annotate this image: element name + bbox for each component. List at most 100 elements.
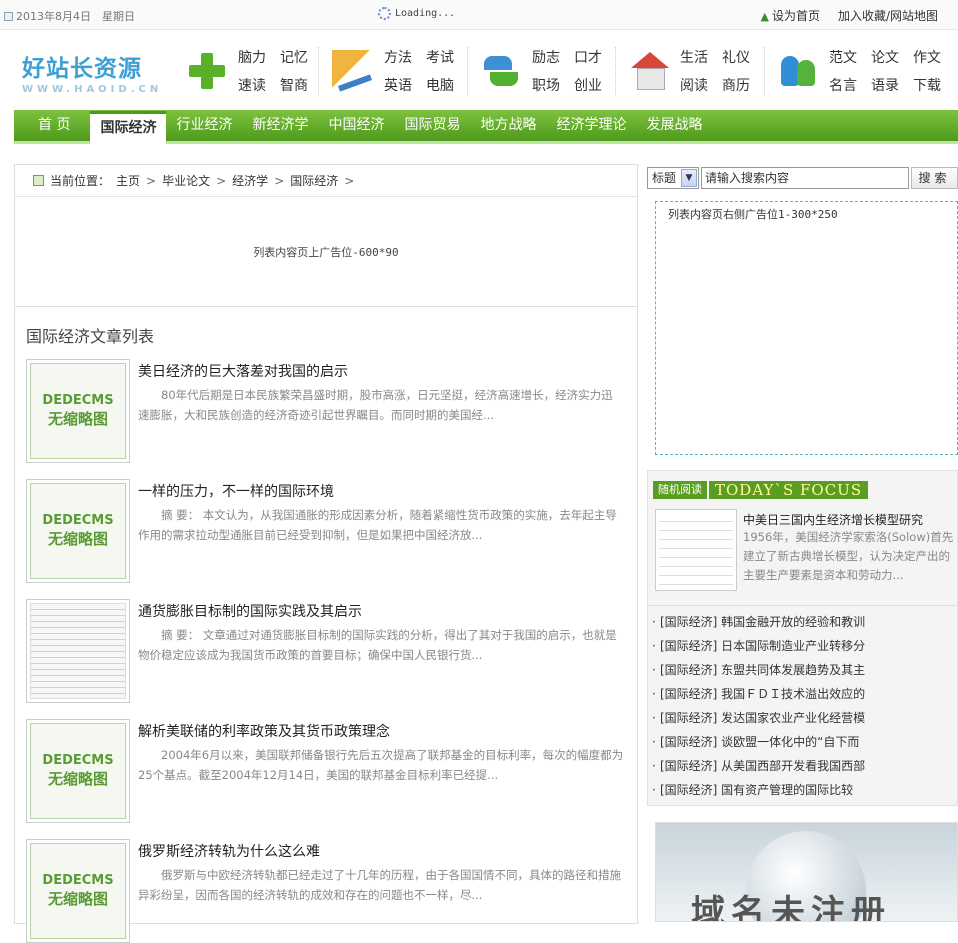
article-thumbnail[interactable]: DEDECMS 无缩略图 <box>26 719 130 823</box>
list-item: DEDECMS 无缩略图 一样的压力，不一样的国际环境 摘 要： 本文认为，从我国… <box>26 479 626 583</box>
divider <box>467 47 468 95</box>
panel-title-en: TODAY`S FOCUS <box>709 481 869 499</box>
list-item: DEDECMS 无缩略图 美日经济的巨大落差对我国的启示 80年代后期是日本民族繁… <box>26 359 626 463</box>
site-logo[interactable]: 好站长资源 WWW.HAOID.CN <box>22 49 162 95</box>
nav-item-local-strategy[interactable]: 地方战略 <box>470 109 546 143</box>
nav-item-development[interactable]: 发展战略 <box>636 109 712 143</box>
header-link[interactable]: 下载 <box>913 75 941 95</box>
header-link[interactable]: 名言 <box>829 75 857 95</box>
header-link[interactable]: 励志 <box>532 47 560 67</box>
header-link[interactable]: 考试 <box>426 47 454 67</box>
header-link[interactable]: 阅读 <box>680 75 708 95</box>
divider <box>764 47 765 95</box>
date-display: 2013年8月4日 星期日 <box>4 8 135 24</box>
thumb-text: DEDECMS <box>42 393 114 408</box>
list-item[interactable]: [国际经济] 我国ＦＤＩ技术溢出效应的 <box>648 682 958 706</box>
list-item[interactable]: [国际经济] 日本国际制造业产业转移分 <box>648 634 958 658</box>
article-thumbnail[interactable]: DEDECMS 无缩略图 <box>26 359 130 463</box>
header-group-study: 方法 考试 英语 电脑 <box>332 43 454 99</box>
article-title[interactable]: 解析美联储的利率政策及其货币政策理念 <box>138 721 390 741</box>
loading-text: Loading... <box>395 8 456 19</box>
thumb-text: 无缩略图 <box>47 530 108 548</box>
header-link[interactable]: 记忆 <box>280 47 308 67</box>
header-link[interactable]: 生活 <box>680 47 708 67</box>
list-item[interactable]: [国际经济] 谈欧盟一体化中的“自下而 <box>648 730 958 754</box>
breadcrumb: 当前位置： 主页 > 毕业论文 > 经济学 > 国际经济 > <box>15 165 637 197</box>
location-icon <box>33 175 44 186</box>
header-link[interactable]: 作文 <box>913 47 941 67</box>
header-link[interactable]: 智商 <box>280 75 308 95</box>
focus-article-summary: 1956年，美国经济学家索洛(Solow)首先建立了新古典增长模型，认为决定产出… <box>743 530 954 582</box>
header-link[interactable]: 职场 <box>532 75 560 95</box>
divider <box>318 47 319 95</box>
plus-icon <box>186 50 228 92</box>
nav-item-intl-trade[interactable]: 国际贸易 <box>394 109 470 143</box>
article-thumbnail[interactable]: DEDECMS 无缩略图 <box>26 839 130 943</box>
header-link[interactable]: 创业 <box>574 75 602 95</box>
article-title[interactable]: 俄罗斯经济转轨为什么这么难 <box>138 841 320 861</box>
search-input[interactable]: 请输入搜索内容 <box>701 167 909 189</box>
breadcrumb-link[interactable]: 经济学 <box>232 172 268 189</box>
header-link[interactable]: 方法 <box>384 47 412 67</box>
list-item[interactable]: [国际经济] 东盟共同体发展趋势及其主 <box>648 658 958 682</box>
set-home-link[interactable]: ▲ 设为首页 <box>760 7 819 24</box>
thumb-text: 无缩略图 <box>47 890 108 908</box>
thumb-text: DEDECMS <box>42 873 114 888</box>
favorites-link[interactable]: 加入收藏/网站地图 <box>838 7 938 24</box>
list-item[interactable]: [国际经济] 国有资产管理的国际比较 <box>648 778 958 802</box>
header-link[interactable]: 脑力 <box>238 47 266 67</box>
header-link[interactable]: 口才 <box>574 47 602 67</box>
article-title[interactable]: 美日经济的巨大落差对我国的启示 <box>138 361 348 381</box>
header-link[interactable]: 英语 <box>384 75 412 95</box>
focus-thumbnail[interactable] <box>655 509 737 591</box>
date-text: 2013年8月4日 星期日 <box>16 10 135 23</box>
article-summary: 俄罗斯与中欧经济转轨都已经走过了十几年的历程，由于各国国情不同，具体的路径和措施… <box>138 868 621 902</box>
thumb-text: 无缩略图 <box>47 410 108 428</box>
article-thumbnail[interactable]: DEDECMS 无缩略图 <box>26 479 130 583</box>
nav-item-home[interactable]: 首 页 <box>18 109 90 143</box>
ad-right[interactable]: 列表内容页右侧广告位1-300*250 <box>655 201 958 455</box>
nav-item-theory[interactable]: 经济学理论 <box>546 109 636 143</box>
article-title[interactable]: 通货膨胀目标制的国际实践及其启示 <box>138 601 362 621</box>
header-group-brain: 脑力 记忆 速读 智商 <box>186 43 308 99</box>
header-group-career: 励志 口才 职场 创业 <box>480 43 602 99</box>
list-item[interactable]: [国际经济] 韩国金融开放的经验和教训 <box>648 610 958 634</box>
bottom-banner[interactable]: 域名未注册 <box>655 822 958 922</box>
header-link[interactable]: 商历 <box>722 75 750 95</box>
header-link[interactable]: 速读 <box>238 75 266 95</box>
nav-item-new-economics[interactable]: 新经济学 <box>242 109 318 143</box>
header-link[interactable]: 范文 <box>829 47 857 67</box>
banner-text: 域名未注册 <box>691 893 891 922</box>
search-button[interactable]: 搜索 <box>911 167 958 189</box>
article-summary: 2004年6月以来，美国联邦储备银行先后五次提高了联邦基金的目标利率，每次的幅度… <box>138 748 624 782</box>
nav-item-intl-economy[interactable]: 国际经济 <box>90 110 167 145</box>
breadcrumb-link[interactable]: 毕业论文 <box>162 172 210 189</box>
nav-item-china-economy[interactable]: 中国经济 <box>318 109 394 143</box>
list-item[interactable]: [国际经济] 发达国家农业产业化经营模 <box>648 706 958 730</box>
article-summary: 80年代后期是日本民族繁荣昌盛时期，股市高涨，日元坚挺，经济高速增长，经济实力迅… <box>138 388 613 422</box>
article-summary: 摘 要： 本文认为，从我国通胀的形成因素分析，随着紧缩性货币政策的实施，去年起主… <box>138 508 617 542</box>
arrow-icon <box>480 50 522 92</box>
thumb-text: DEDECMS <box>42 513 114 528</box>
ad-top[interactable]: 列表内容页上广告位-600*90 <box>15 197 637 307</box>
header-link[interactable]: 电脑 <box>426 75 454 95</box>
header-link[interactable]: 礼仪 <box>722 47 750 67</box>
search-type-select[interactable]: 标题 ▼ <box>647 167 699 189</box>
calendar-icon <box>4 11 13 21</box>
ruler-icon <box>332 50 374 92</box>
list-item[interactable]: [国际经济] 从美国西部开发看我国西部 <box>648 754 958 778</box>
content-column: 当前位置： 主页 > 毕业论文 > 经济学 > 国际经济 > 列表内容页上广告位-600… <box>14 164 638 943</box>
breadcrumb-link[interactable]: 国际经济 <box>290 172 338 189</box>
header-link[interactable]: 语录 <box>871 75 899 95</box>
article-thumbnail[interactable] <box>26 599 130 703</box>
search-type-value: 标题 <box>652 171 677 185</box>
focus-article-title[interactable]: 中美日三国内生经济增长模型研究 <box>743 511 923 528</box>
breadcrumb-link[interactable]: 主页 <box>116 172 140 189</box>
header-link[interactable]: 论文 <box>871 47 899 67</box>
article-title[interactable]: 一样的压力，不一样的国际环境 <box>138 481 334 501</box>
logo-title: 好站长资源 <box>22 55 142 82</box>
spinner-icon <box>378 7 391 20</box>
nav-item-industry[interactable]: 行业经济 <box>166 109 242 143</box>
ad-top-label: 列表内容页上广告位-600*90 <box>253 245 399 259</box>
panel-header: 随机阅读 TODAY`S FOCUS <box>653 481 869 499</box>
